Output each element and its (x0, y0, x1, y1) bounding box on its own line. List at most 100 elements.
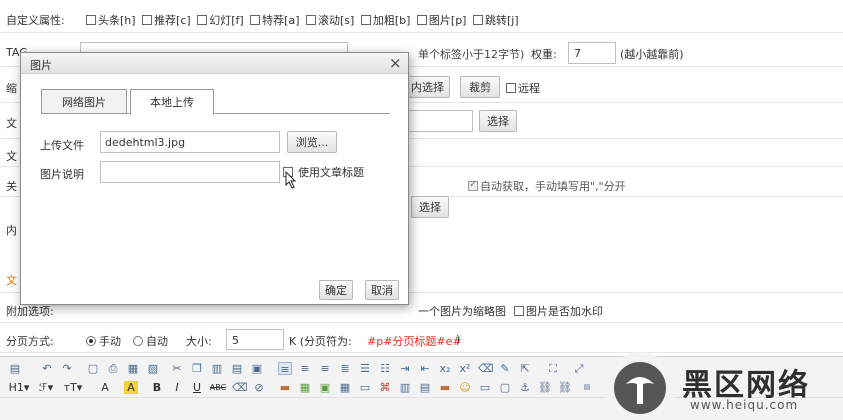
attr-checkbox-s[interactable]: 滚动[s] (306, 14, 354, 27)
attachment-icon[interactable]: ⌘ (378, 381, 392, 394)
fullscreen-icon[interactable]: ⛶ (546, 362, 560, 375)
page-break-icon[interactable]: ▭ (478, 381, 492, 394)
anchor-icon[interactable]: ⚓ (518, 381, 532, 394)
paste-icon[interactable]: ▥ (210, 362, 224, 375)
flash-icon[interactable]: ▦ (298, 381, 312, 394)
row4-select-button[interactable]: 选择 (479, 110, 517, 132)
custom-attr-label: 自定义属性: (6, 14, 65, 27)
attr-checkbox-a[interactable]: 特荐[a] (250, 14, 300, 27)
link-icon[interactable]: ⛓ (538, 381, 552, 394)
outdent-icon[interactable]: ⇤ (418, 362, 432, 375)
maximize-icon[interactable]: ⤢ (572, 362, 586, 375)
image-desc-label: 图片说明 (40, 168, 84, 181)
template-icon[interactable]: ▧ (146, 362, 160, 375)
strikethrough-icon[interactable]: ABC (208, 381, 228, 394)
font-family-dropdown[interactable]: ℱ▾ (36, 381, 56, 394)
select-all-icon[interactable]: ⇱ (518, 362, 532, 375)
insert-row-icon[interactable]: ▬ (438, 381, 452, 394)
paste-text-icon[interactable]: ▤ (230, 362, 244, 375)
redo-icon[interactable]: ↷ (60, 362, 74, 375)
row-divider (0, 322, 843, 323)
cancel-button[interactable]: 取消 (365, 280, 399, 300)
paste-word-icon[interactable]: ▣ (250, 362, 264, 375)
upload-file-input[interactable]: dedehtml3.jpg (100, 131, 280, 153)
superscript-icon[interactable]: x² (458, 362, 472, 375)
indent-icon[interactable]: ⇥ (398, 362, 412, 375)
font-color-icon[interactable]: A (98, 381, 112, 394)
table-icon[interactable]: ▦ (338, 381, 352, 394)
content-label: 内 (6, 224, 17, 237)
row4-input[interactable] (405, 110, 473, 132)
new-doc-icon[interactable]: ▢ (86, 362, 100, 375)
highlight-icon[interactable]: A (124, 381, 138, 394)
thumb-select-button[interactable]: 内选择 (405, 76, 450, 98)
remote-checkbox[interactable]: 远程 (506, 80, 540, 96)
format-painter-icon[interactable]: ✎ (498, 362, 512, 375)
watermark-checkbox[interactable]: 图片是否加水印 (514, 303, 603, 319)
bold-icon[interactable]: B (150, 381, 164, 394)
image-dialog: 图片 × 网络图片 本地上传 上传文件 dedehtml3.jpg 浏览... … (20, 52, 409, 305)
media-icon[interactable]: ▣ (318, 381, 332, 394)
first-pic-thumb-text: 一个图片为缩略图 (418, 305, 506, 318)
paging-icon[interactable]: ▤ (580, 381, 594, 394)
underline-icon[interactable]: U (190, 381, 204, 394)
site-logo-icon (612, 360, 668, 416)
size-hint-close: ) (456, 333, 461, 346)
browse-button[interactable]: 浏览... (287, 131, 337, 153)
hr-icon[interactable]: ▭ (358, 381, 372, 394)
dialog-titlebar[interactable]: 图片 × (21, 53, 408, 74)
heading-dropdown[interactable]: H1▾ (8, 381, 30, 394)
crop-button[interactable]: 裁剪 (460, 76, 500, 98)
close-icon[interactable]: × (389, 54, 402, 72)
copy-icon[interactable]: ❐ (190, 362, 204, 375)
special-char-icon[interactable]: ▤ (418, 381, 432, 394)
eraser-icon[interactable]: ⌫ (232, 381, 248, 394)
row-divider (0, 32, 843, 33)
attr-checkbox-b[interactable]: 加粗[b] (360, 14, 410, 27)
row5-label: 文 (6, 150, 17, 163)
align-center-icon[interactable]: ≡ (298, 362, 312, 375)
attr-checkbox-p[interactable]: 图片[p] (416, 14, 466, 27)
tab-network-image[interactable]: 网络图片 (41, 89, 127, 114)
ordered-list-icon[interactable]: ☰ (358, 362, 372, 375)
italic-icon[interactable]: I (170, 381, 184, 394)
attr-checkbox-j[interactable]: 跳转[j] (472, 14, 519, 27)
row4-label: 文 (6, 117, 17, 130)
tab-local-upload[interactable]: 本地上传 (130, 89, 214, 115)
clear-format-icon[interactable]: ⌫ (478, 362, 494, 375)
paging-manual-radio[interactable]: 手动 (86, 333, 121, 349)
unlink-icon[interactable]: ⛓ (558, 381, 572, 394)
bullet-list-icon[interactable]: ☷ (378, 362, 392, 375)
auto-fetch-checkbox[interactable]: 自动获取，手动填写用","分开 (468, 178, 626, 194)
align-left-icon[interactable]: ≡ (278, 362, 292, 376)
image-icon[interactable]: ▬ (278, 381, 292, 394)
keywords-label: 关 (6, 180, 17, 193)
smiley-icon[interactable]: ☺ (458, 381, 472, 394)
font-size-dropdown[interactable]: тT▾ (62, 381, 84, 394)
text-box-icon[interactable]: ▢ (498, 381, 512, 394)
image-desc-input[interactable] (100, 161, 280, 183)
weight-input[interactable]: 7 (568, 42, 616, 64)
justify-icon[interactable]: ≣ (338, 362, 352, 375)
size-hint: K (分页符为: (289, 335, 352, 348)
preview-icon[interactable]: ▦ (126, 362, 140, 375)
weight-hint: (越小越靠前) (620, 48, 684, 61)
content-select-button[interactable]: 选择 (411, 196, 449, 218)
attr-checkbox-f[interactable]: 幻灯[f] (197, 14, 244, 27)
ok-button[interactable]: 确定 (319, 280, 353, 300)
attr-checkbox-c[interactable]: 推荐[c] (142, 14, 191, 27)
subscript-icon[interactable]: x₂ (438, 362, 452, 375)
undo-icon[interactable]: ↶ (40, 362, 54, 375)
upload-file-label: 上传文件 (40, 139, 84, 152)
page-size-input[interactable]: 5 (226, 329, 284, 350)
code-icon[interactable]: ▥ (398, 381, 412, 394)
mouse-cursor-icon (285, 170, 299, 189)
source-icon[interactable]: ▤ (8, 362, 22, 375)
remove-format-icon[interactable]: ⊘ (252, 381, 266, 394)
cut-icon[interactable]: ✂ (170, 362, 184, 375)
print-icon[interactable]: ⎙ (106, 362, 120, 375)
thumb-label: 缩 (6, 82, 17, 95)
align-right-icon[interactable]: ≡ (318, 362, 332, 375)
attr-checkbox-h[interactable]: 头条[h] (86, 14, 136, 27)
paging-auto-radio[interactable]: 自动 (133, 333, 168, 349)
